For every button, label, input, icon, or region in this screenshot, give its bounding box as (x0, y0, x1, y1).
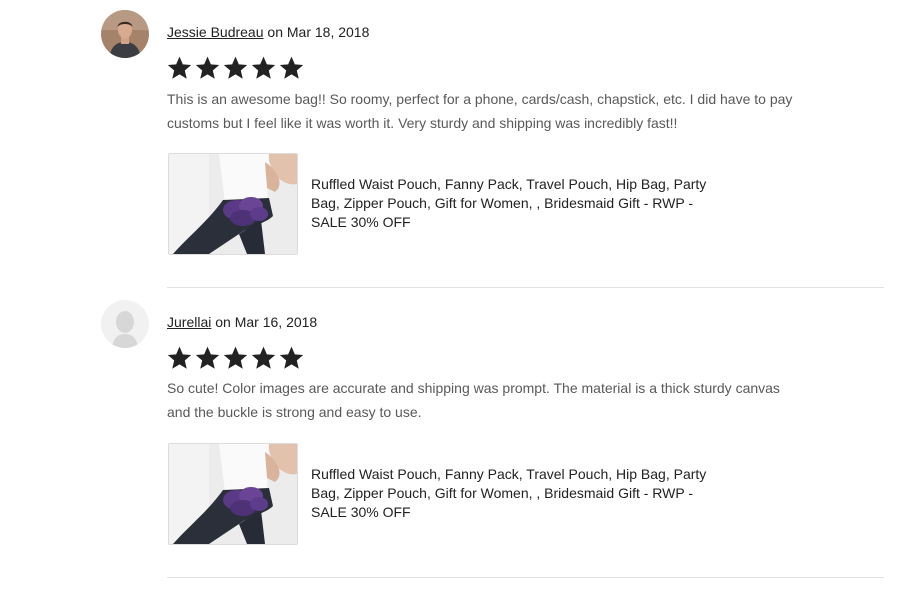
star-rating (166, 345, 305, 371)
listing-thumbnail[interactable] (168, 153, 298, 255)
star-filled-icon (167, 346, 192, 369)
star-filled-icon (195, 346, 220, 369)
review-meta: Jurellai on Mar 16, 2018 (167, 314, 317, 330)
star-filled-icon (279, 346, 304, 369)
person-silhouette-icon (101, 300, 149, 348)
star-rating (166, 55, 305, 81)
listing-photo (169, 444, 297, 544)
star-filled-icon (167, 56, 192, 79)
reviewer-name-link[interactable]: Jurellai (167, 314, 211, 330)
reviewer-avatar[interactable] (101, 10, 149, 58)
star-filled-icon (223, 56, 248, 79)
avatar-photo (101, 10, 149, 58)
review-divider (167, 577, 884, 578)
star-filled-icon (251, 346, 276, 369)
reviewer-avatar[interactable] (101, 300, 149, 348)
star-filled-icon (195, 56, 220, 79)
review-date: on Mar 16, 2018 (211, 314, 318, 330)
review-meta: Jessie Budreau on Mar 18, 2018 (167, 24, 369, 40)
review-text: So cute! Color images are accurate and s… (167, 380, 780, 420)
listing-title-link[interactable]: Ruffled Waist Pouch, Fanny Pack, Travel … (311, 465, 731, 522)
star-filled-icon (279, 56, 304, 79)
listing-title-link[interactable]: Ruffled Waist Pouch, Fanny Pack, Travel … (311, 175, 731, 232)
star-filled-icon (223, 346, 248, 369)
listing-card[interactable]: Ruffled Waist Pouch, Fanny Pack, Travel … (168, 443, 868, 545)
star-filled-icon (251, 56, 276, 79)
reviewer-name-link[interactable]: Jessie Budreau (167, 24, 264, 40)
review-text: This is an awesome bag!! So roomy, perfe… (167, 91, 793, 131)
review-date: on Mar 18, 2018 (263, 24, 370, 40)
listing-thumbnail[interactable] (168, 443, 298, 545)
listing-card[interactable]: Ruffled Waist Pouch, Fanny Pack, Travel … (168, 153, 868, 255)
review-divider (167, 287, 884, 288)
listing-photo (169, 154, 297, 254)
